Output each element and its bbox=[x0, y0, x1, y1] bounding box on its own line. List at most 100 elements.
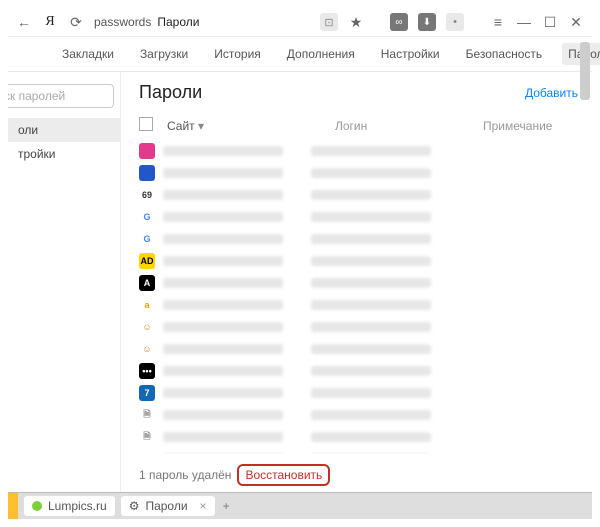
address-keyword: passwords bbox=[94, 15, 151, 29]
password-row[interactable] bbox=[139, 140, 578, 162]
taskbar-tab-label: Пароли bbox=[145, 499, 187, 513]
site-favicon-icon: A bbox=[139, 275, 155, 291]
site-name-blurred bbox=[163, 344, 283, 354]
password-row[interactable]: G bbox=[139, 206, 578, 228]
settings-tab[interactable]: История bbox=[208, 43, 267, 65]
login-blurred bbox=[311, 344, 431, 354]
sort-chevron-down-icon: ▾ bbox=[198, 119, 204, 133]
tab-favicon-icon bbox=[32, 501, 42, 511]
login-blurred bbox=[311, 388, 431, 398]
site-name-blurred bbox=[163, 168, 283, 178]
ext-badge-1-icon[interactable]: ∞ bbox=[390, 13, 408, 31]
password-list: 69GGADAa☺☺•••7🗎🗎Y bbox=[139, 140, 578, 454]
maximize-icon[interactable]: ☐ bbox=[542, 14, 558, 30]
site-favicon-icon: 7 bbox=[139, 385, 155, 401]
password-row[interactable]: A bbox=[139, 272, 578, 294]
undo-bar: 1 пароль удалён Восстановить bbox=[139, 454, 578, 492]
new-tab-button[interactable]: + bbox=[223, 499, 230, 513]
settings-tab[interactable]: Настройки bbox=[375, 43, 446, 65]
search-placeholder: ск паролей bbox=[8, 89, 65, 103]
page-title: Пароли bbox=[139, 82, 202, 103]
password-row[interactable]: G bbox=[139, 228, 578, 250]
password-row[interactable]: 69 bbox=[139, 184, 578, 206]
sidebar-item[interactable]: оли bbox=[8, 118, 120, 142]
status-text: 1 пароль удалён bbox=[139, 468, 231, 482]
browser-toolbar: ← Я ⟳ passwords Пароли ⊡ ★ ∞ ⬇ • ≡ — ☐ ✕ bbox=[8, 8, 592, 37]
login-blurred bbox=[311, 190, 431, 200]
col-site[interactable]: Сайт ▾ bbox=[167, 119, 327, 133]
site-favicon-icon: ••• bbox=[139, 363, 155, 379]
password-row[interactable] bbox=[139, 162, 578, 184]
site-name-blurred bbox=[163, 300, 283, 310]
sidebar-item[interactable]: тройки bbox=[8, 142, 120, 166]
login-blurred bbox=[311, 212, 431, 222]
password-row[interactable]: 7 bbox=[139, 382, 578, 404]
taskbar-accent bbox=[8, 493, 18, 519]
site-name-blurred bbox=[163, 146, 283, 156]
settings-tabs: Закладки Загрузки История Дополнения Настрой… bbox=[8, 37, 592, 72]
menu-icon[interactable]: ≡ bbox=[490, 14, 506, 30]
login-blurred bbox=[311, 256, 431, 266]
restore-button[interactable]: Восстановить bbox=[237, 464, 330, 486]
login-blurred bbox=[311, 234, 431, 244]
settings-tab[interactable]: Закладки bbox=[56, 43, 120, 65]
password-search-input[interactable]: ск паролей bbox=[8, 84, 114, 108]
col-login: Логин bbox=[335, 119, 475, 133]
site-name-blurred bbox=[163, 234, 283, 244]
back-icon[interactable]: ← bbox=[16, 14, 32, 30]
taskbar-tab-label: Lumpics.ru bbox=[48, 499, 107, 513]
password-row[interactable]: 🗎 bbox=[139, 404, 578, 426]
sidebar: ск паролей олитройки bbox=[8, 72, 121, 492]
add-password-link[interactable]: Добавить bbox=[525, 86, 578, 100]
column-headers: Сайт ▾ Логин Примечание bbox=[139, 117, 578, 134]
yandex-logo-icon[interactable]: Я bbox=[42, 14, 58, 30]
minimize-icon[interactable]: — bbox=[516, 14, 532, 30]
settings-tab[interactable]: Безопасность bbox=[460, 43, 549, 65]
site-favicon-icon: 🗎 bbox=[139, 429, 155, 445]
password-row[interactable]: AD bbox=[139, 250, 578, 272]
login-blurred bbox=[311, 278, 431, 288]
site-name-blurred bbox=[163, 322, 283, 332]
taskbar-tab[interactable]: ⚙ Пароли × bbox=[121, 496, 215, 516]
site-favicon-icon: a bbox=[139, 297, 155, 313]
site-favicon-icon: ☺ bbox=[139, 341, 155, 357]
site-name-blurred bbox=[163, 212, 283, 222]
ext-badge-2-icon[interactable]: ⬇ bbox=[418, 13, 436, 31]
password-row[interactable]: a bbox=[139, 294, 578, 316]
select-all-checkbox[interactable] bbox=[139, 117, 153, 131]
site-favicon-icon: AD bbox=[139, 253, 155, 269]
login-blurred bbox=[311, 146, 431, 156]
site-favicon-icon bbox=[139, 143, 155, 159]
close-tab-icon[interactable]: × bbox=[200, 499, 207, 513]
password-row[interactable]: ••• bbox=[139, 360, 578, 382]
gear-icon: ⚙ bbox=[129, 499, 140, 513]
ext-badge-3-icon[interactable]: • bbox=[446, 13, 464, 31]
os-taskbar: Lumpics.ru ⚙ Пароли × + bbox=[8, 492, 592, 519]
password-row[interactable]: ☺ bbox=[139, 316, 578, 338]
login-blurred bbox=[311, 410, 431, 420]
site-favicon-icon: ☺ bbox=[139, 319, 155, 335]
site-favicon-icon: 69 bbox=[139, 187, 155, 203]
site-name-blurred bbox=[163, 190, 283, 200]
login-blurred bbox=[311, 366, 431, 376]
site-favicon-icon: G bbox=[139, 209, 155, 225]
taskbar-tab[interactable]: Lumpics.ru bbox=[24, 496, 115, 516]
login-blurred bbox=[311, 168, 431, 178]
login-blurred bbox=[311, 300, 431, 310]
close-window-icon[interactable]: ✕ bbox=[568, 14, 584, 30]
bookmark-star-icon[interactable]: ★ bbox=[348, 14, 364, 30]
extension-icon[interactable]: ⊡ bbox=[320, 13, 338, 31]
site-favicon-icon: G bbox=[139, 231, 155, 247]
site-name-blurred bbox=[163, 278, 283, 288]
settings-tab[interactable]: Дополнения bbox=[281, 43, 361, 65]
site-favicon-icon bbox=[139, 165, 155, 181]
password-row[interactable]: 🗎 bbox=[139, 426, 578, 448]
password-row[interactable]: ☺ bbox=[139, 338, 578, 360]
site-name-blurred bbox=[163, 410, 283, 420]
site-favicon-icon: 🗎 bbox=[139, 407, 155, 423]
login-blurred bbox=[311, 432, 431, 442]
reload-icon[interactable]: ⟳ bbox=[68, 14, 84, 30]
address-bar[interactable]: passwords Пароли bbox=[94, 15, 310, 29]
login-blurred bbox=[311, 322, 431, 332]
settings-tab[interactable]: Загрузки bbox=[134, 43, 194, 65]
